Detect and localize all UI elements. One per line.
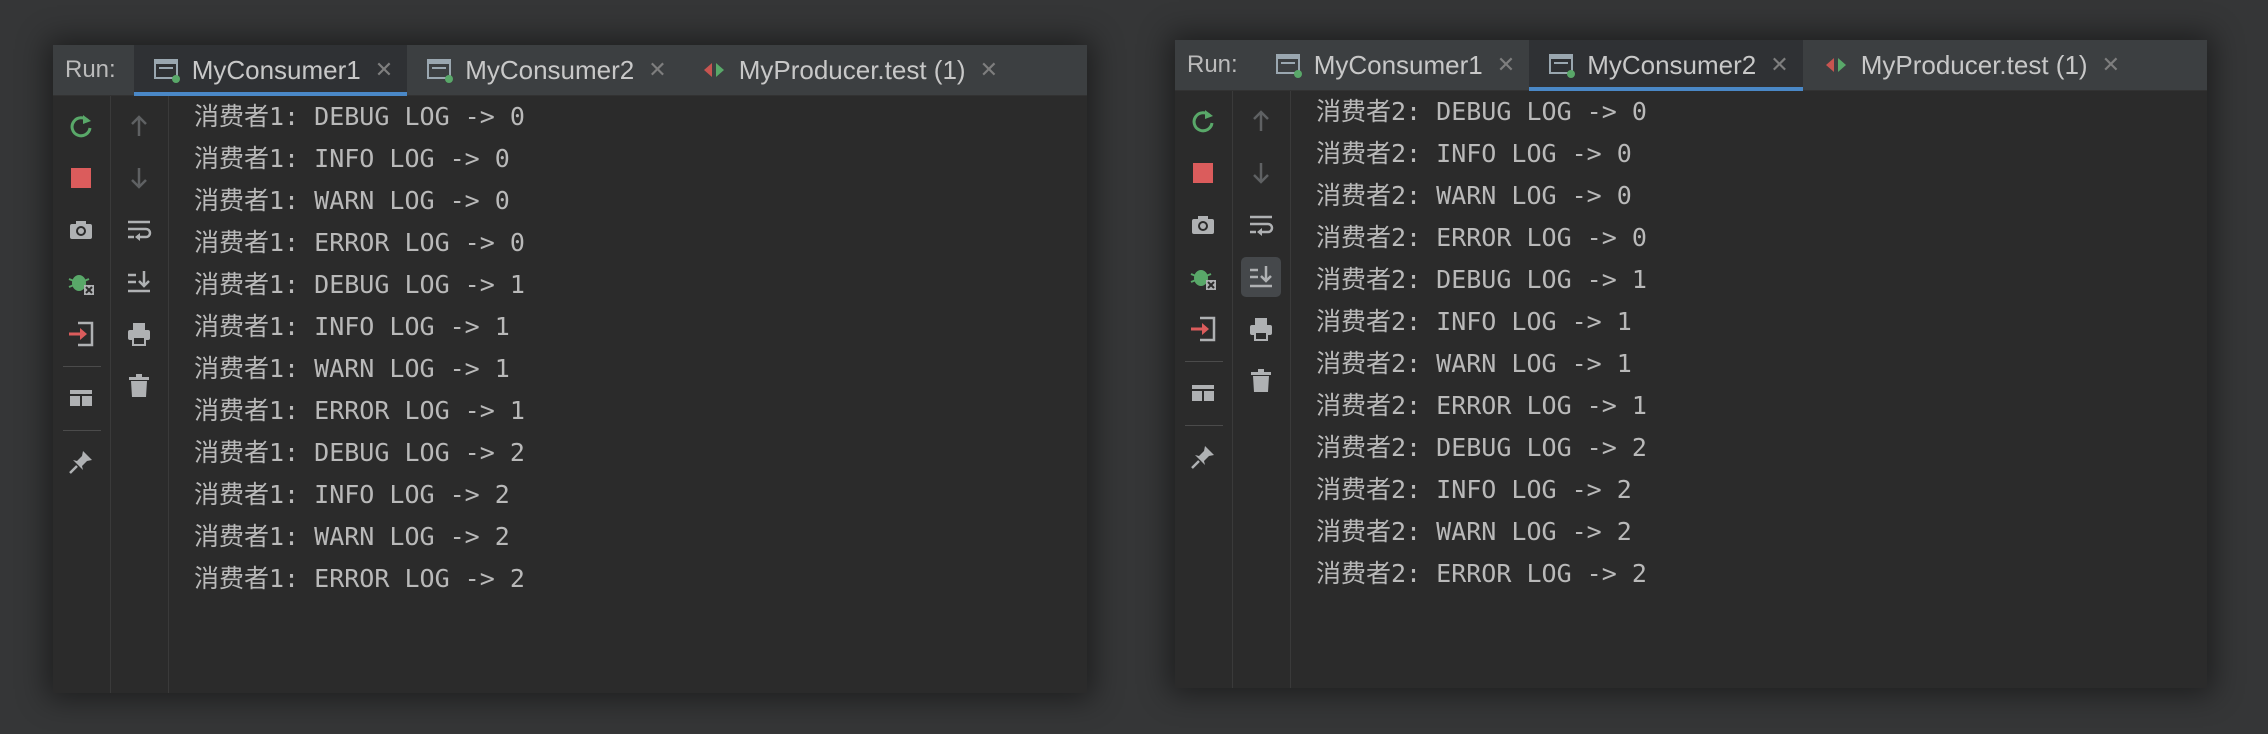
console-line: 消费者1: ERROR LOG -> 1 [194, 396, 525, 425]
arrow-up-icon[interactable] [1241, 101, 1281, 141]
console-icon [425, 55, 455, 85]
trash-icon[interactable] [119, 366, 159, 406]
console-icon [152, 55, 182, 85]
tab-myconsumer1[interactable]: MyConsumer1 ✕ [133, 45, 408, 96]
exit-icon[interactable] [61, 314, 101, 354]
exit-icon[interactable] [1183, 309, 1223, 349]
layout-icon[interactable] [1183, 373, 1223, 413]
console-line: 消费者1: WARN LOG -> 0 [194, 186, 510, 215]
layout-icon[interactable] [61, 378, 101, 418]
console-icon [1547, 50, 1577, 80]
console-line: 消费者1: INFO LOG -> 2 [194, 480, 510, 509]
trash-icon[interactable] [1241, 361, 1281, 401]
tab-label: MyProducer.test (1) [738, 54, 966, 85]
tab-label: MyConsumer2 [465, 54, 635, 85]
run-tabbar: Run: MyConsumer1 ✕ MyConsumer2 ✕ MyProdu… [1175, 40, 2207, 91]
rerun-icon[interactable] [1183, 101, 1223, 141]
debug-icon[interactable] [61, 262, 101, 302]
pin-icon[interactable] [61, 442, 101, 482]
tab-myproducer-test[interactable]: MyProducer.test (1) ✕ [681, 45, 1012, 95]
console-line: 消费者2: WARN LOG -> 0 [1316, 181, 1632, 210]
debug-icon[interactable] [1183, 257, 1223, 297]
camera-icon[interactable] [61, 210, 101, 250]
toolbar-divider [63, 366, 101, 367]
run-toolbar-primary [1175, 91, 1233, 688]
console-line: 消费者2: ERROR LOG -> 1 [1316, 391, 1647, 420]
tab-label: MyProducer.test (1) [1860, 49, 2088, 80]
run-toolbar-primary [53, 96, 111, 693]
test-icon [1821, 50, 1851, 80]
arrow-down-icon[interactable] [119, 158, 159, 198]
rerun-icon[interactable] [61, 106, 101, 146]
arrow-down-icon[interactable] [1241, 153, 1281, 193]
console-line: 消费者1: DEBUG LOG -> 0 [194, 102, 525, 131]
run-tabbar: Run: MyConsumer1 ✕ MyConsumer2 ✕ MyProdu… [53, 45, 1087, 96]
tab-myproducer-test[interactable]: MyProducer.test (1) ✕ [1803, 40, 2134, 90]
stop-icon[interactable] [1183, 153, 1223, 193]
scroll-to-end-icon[interactable] [119, 262, 159, 302]
test-icon [699, 55, 729, 85]
console-line: 消费者1: WARN LOG -> 1 [194, 354, 510, 383]
console-line: 消费者1: INFO LOG -> 1 [194, 312, 510, 341]
console-line: 消费者1: INFO LOG -> 0 [194, 144, 510, 173]
console-line: 消费者2: DEBUG LOG -> 2 [1316, 433, 1647, 462]
tab-myconsumer2[interactable]: MyConsumer2 ✕ [407, 45, 681, 95]
stop-icon[interactable] [61, 158, 101, 198]
soft-wrap-icon[interactable] [1241, 205, 1281, 245]
console-line: 消费者1: WARN LOG -> 2 [194, 522, 510, 551]
close-icon[interactable]: ✕ [1770, 52, 1788, 78]
console-line: 消费者2: ERROR LOG -> 0 [1316, 223, 1647, 252]
console-line: 消费者1: ERROR LOG -> 2 [194, 564, 525, 593]
console-line: 消费者2: ERROR LOG -> 2 [1316, 559, 1647, 588]
tab-label: MyConsumer2 [1587, 49, 1757, 80]
console-line: 消费者2: WARN LOG -> 1 [1316, 349, 1632, 378]
run-label: Run: [65, 56, 116, 83]
console-line: 消费者2: WARN LOG -> 2 [1316, 517, 1632, 546]
print-icon[interactable] [119, 314, 159, 354]
console-line: 消费者1: ERROR LOG -> 0 [194, 228, 525, 257]
close-icon[interactable]: ✕ [980, 57, 998, 83]
console-line: 消费者2: DEBUG LOG -> 1 [1316, 265, 1647, 294]
run-toolbar-secondary [1233, 91, 1291, 688]
camera-icon[interactable] [1183, 205, 1223, 245]
console-output[interactable]: 消费者1: DEBUG LOG -> 0 消费者1: INFO LOG -> 0… [170, 96, 1087, 693]
toolbar-divider [1185, 361, 1223, 362]
run-panel-right: Run: MyConsumer1 ✕ MyConsumer2 ✕ MyProdu… [1175, 40, 2207, 688]
pin-icon[interactable] [1183, 437, 1223, 477]
scroll-to-end-icon[interactable] [1241, 257, 1281, 297]
console-output[interactable]: 消费者2: DEBUG LOG -> 0 消费者2: INFO LOG -> 0… [1292, 91, 2207, 688]
console-line: 消费者2: INFO LOG -> 1 [1316, 307, 1632, 336]
close-icon[interactable]: ✕ [648, 57, 666, 83]
print-icon[interactable] [1241, 309, 1281, 349]
console-line: 消费者1: DEBUG LOG -> 2 [194, 438, 525, 467]
tab-label: MyConsumer1 [191, 54, 361, 85]
run-panel-left: Run: MyConsumer1 ✕ MyConsumer2 ✕ MyProdu… [53, 45, 1087, 693]
run-label: Run: [1187, 51, 1238, 78]
console-line: 消费者2: INFO LOG -> 0 [1316, 139, 1632, 168]
toolbar-divider [1185, 425, 1223, 426]
soft-wrap-icon[interactable] [119, 210, 159, 250]
arrow-up-icon[interactable] [119, 106, 159, 146]
console-line: 消费者1: DEBUG LOG -> 1 [194, 270, 525, 299]
close-icon[interactable]: ✕ [1497, 52, 1515, 78]
console-icon [1274, 50, 1304, 80]
tab-label: MyConsumer1 [1313, 49, 1483, 80]
run-toolbar-secondary [111, 96, 169, 693]
tab-myconsumer1[interactable]: MyConsumer1 ✕ [1256, 40, 1530, 90]
close-icon[interactable]: ✕ [375, 57, 393, 83]
console-line: 消费者2: INFO LOG -> 2 [1316, 475, 1632, 504]
console-line: 消费者2: DEBUG LOG -> 0 [1316, 97, 1647, 126]
toolbar-divider [63, 430, 101, 431]
close-icon[interactable]: ✕ [2102, 52, 2120, 78]
tab-myconsumer2[interactable]: MyConsumer2 ✕ [1529, 40, 1803, 91]
